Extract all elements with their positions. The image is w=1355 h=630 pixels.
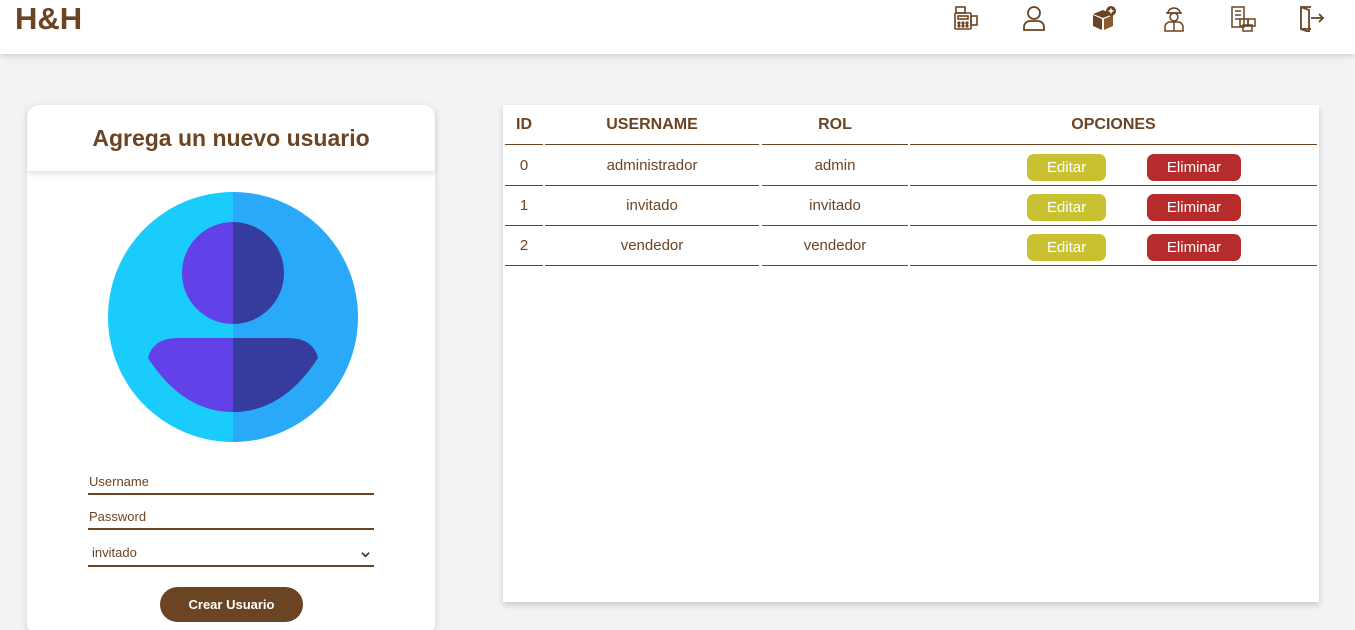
delete-button[interactable]: Eliminar xyxy=(1147,234,1241,261)
username-field[interactable] xyxy=(88,473,374,495)
cell-options xyxy=(910,146,1317,186)
column-header-id: ID xyxy=(505,105,543,145)
password-input[interactable] xyxy=(89,509,374,524)
delete-button[interactable]: Eliminar xyxy=(1147,154,1241,181)
create-user-button[interactable]: Crear Usuario xyxy=(160,587,303,622)
user-avatar-illustration xyxy=(108,192,358,442)
password-field[interactable] xyxy=(88,508,374,530)
top-navbar: H&H xyxy=(0,0,1355,54)
form-header: Agrega un nuevo usuario xyxy=(27,105,435,172)
user-icon[interactable] xyxy=(1020,4,1048,32)
username-input[interactable] xyxy=(89,474,374,489)
form-title: Agrega un nuevo usuario xyxy=(92,125,370,151)
delete-button[interactable]: Eliminar xyxy=(1147,194,1241,221)
worker-icon[interactable] xyxy=(1160,4,1188,32)
cell-username: administrador xyxy=(545,146,759,186)
role-select-value: invitado xyxy=(92,545,137,560)
brand-logo[interactable]: H&H xyxy=(15,1,82,37)
cell-id: 0 xyxy=(505,146,543,186)
cell-id: 2 xyxy=(505,226,543,266)
edit-button[interactable]: Editar xyxy=(1027,234,1106,261)
role-select[interactable]: invitado xyxy=(88,542,374,567)
edit-button[interactable]: Editar xyxy=(1027,194,1106,221)
table-row: 0 administrador admin Editar Eliminar xyxy=(503,146,1319,186)
edit-button[interactable]: Editar xyxy=(1027,154,1106,181)
cell-username: invitado xyxy=(545,186,759,226)
cell-rol: invitado xyxy=(762,186,908,226)
new-user-form-card: Agrega un nuevo usuario invitado Crear U… xyxy=(27,105,435,630)
column-header-username: USERNAME xyxy=(545,105,759,145)
logout-icon[interactable] xyxy=(1298,4,1326,34)
cell-rol: vendedor xyxy=(762,226,908,266)
cash-register-icon[interactable] xyxy=(952,4,980,32)
chevron-down-icon xyxy=(361,552,370,558)
cell-id: 1 xyxy=(505,186,543,226)
add-product-icon[interactable] xyxy=(1090,4,1118,32)
inventory-icon[interactable] xyxy=(1229,4,1257,32)
table-row: 2 vendedor vendedor Editar Eliminar xyxy=(503,226,1319,266)
column-header-rol: ROL xyxy=(762,105,908,145)
cell-options xyxy=(910,226,1317,266)
table-row: 1 invitado invitado Editar Eliminar xyxy=(503,186,1319,226)
column-header-opciones: OPCIONES xyxy=(910,105,1317,145)
cell-rol: admin xyxy=(762,146,908,186)
cell-username: vendedor xyxy=(545,226,759,266)
cell-options xyxy=(910,186,1317,226)
users-table: ID USERNAME ROL OPCIONES 0 administrador… xyxy=(503,105,1319,602)
